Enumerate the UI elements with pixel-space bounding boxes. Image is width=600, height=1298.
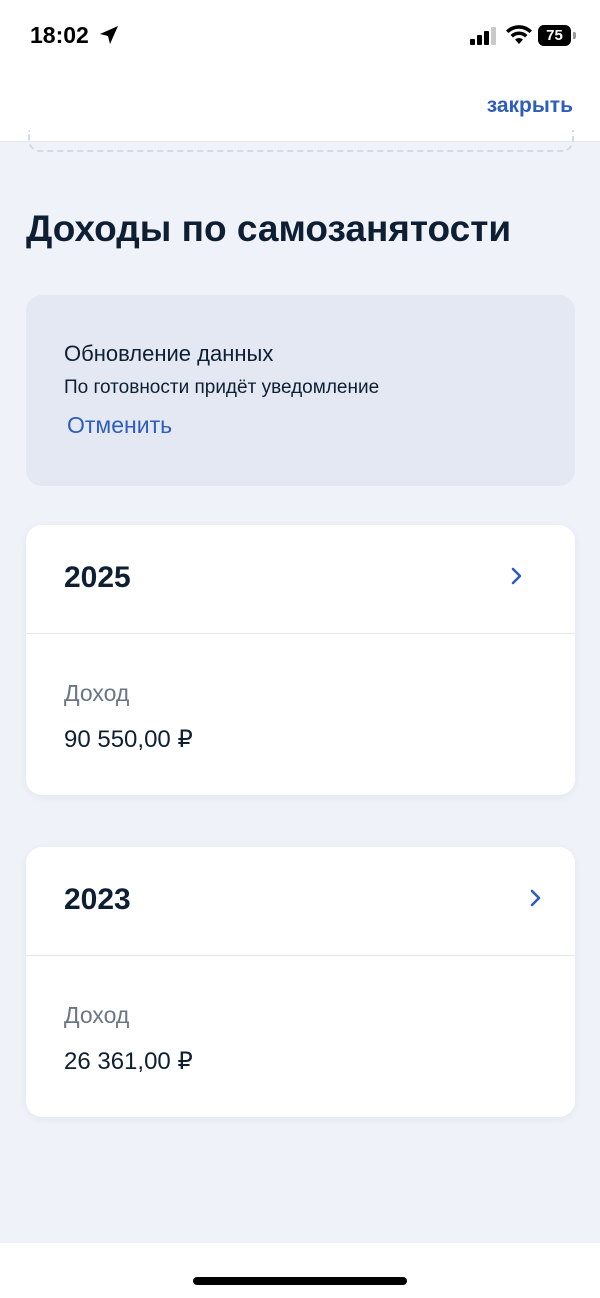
card-year: 2023: [64, 883, 131, 916]
battery-cap: [573, 32, 576, 39]
location-arrow-icon: [100, 26, 118, 44]
page-title: Доходы по самозанятости: [26, 208, 512, 249]
banner-title: Обновление данных: [64, 341, 274, 366]
wifi-icon: [506, 25, 532, 44]
income-label: Доход: [64, 1002, 130, 1028]
card-year: 2025: [64, 561, 131, 594]
battery-icon: 75: [538, 25, 576, 46]
income-label: Доход: [64, 680, 130, 706]
home-area: [0, 1243, 600, 1298]
card-header[interactable]: 2023: [26, 847, 575, 956]
chevron-right-icon: [530, 889, 541, 907]
income-card-2025: 2025 Доход 90 550,00 ₽: [26, 525, 575, 795]
income-card-2023: 2023 Доход 26 361,00 ₽: [26, 847, 575, 1117]
card-header[interactable]: 2025: [26, 525, 575, 634]
home-indicator[interactable]: [193, 1277, 407, 1285]
signal-icon: [470, 27, 496, 45]
dashed-divider: [28, 130, 574, 152]
chevron-right-icon: [511, 567, 522, 585]
income-value: 90 550,00 ₽: [64, 726, 193, 753]
battery-level: 75: [538, 25, 571, 46]
status-bar: 18:02 75: [0, 0, 600, 72]
banner-text: По готовности придёт уведомление: [64, 377, 380, 398]
income-value: 26 361,00 ₽: [64, 1048, 193, 1075]
status-time: 18:02: [30, 22, 89, 48]
close-button[interactable]: закрыть: [487, 94, 573, 118]
update-banner: Обновление данных По готовности придёт у…: [26, 295, 575, 486]
cancel-button[interactable]: Отменить: [67, 412, 172, 439]
